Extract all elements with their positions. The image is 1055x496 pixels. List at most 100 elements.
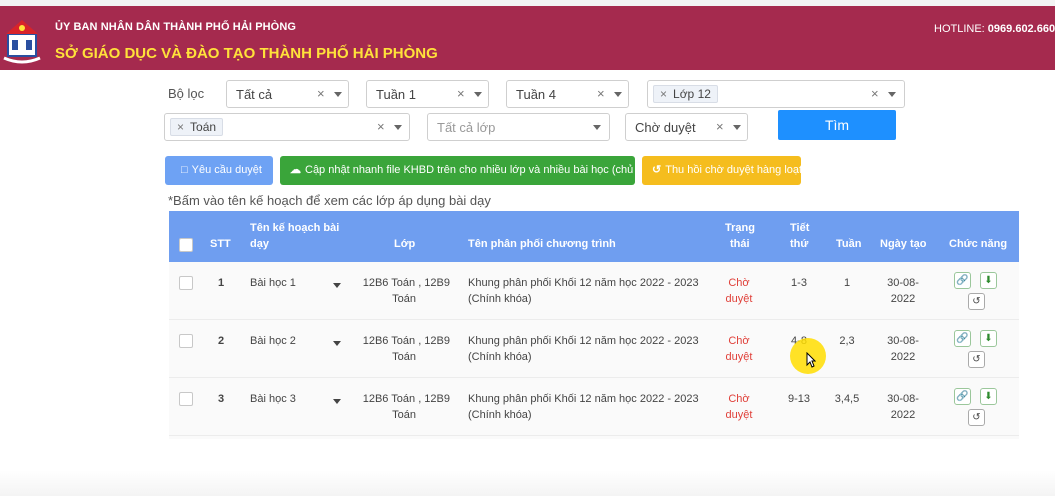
link-icon[interactable]: 🔗 (954, 330, 971, 347)
page-bottom (0, 470, 1055, 496)
download-icon[interactable]: ⬇ (980, 388, 997, 405)
clear-icon[interactable]: × (377, 119, 385, 134)
header-created: Ngày tạo (880, 238, 927, 250)
week-from-select[interactable]: Tuần 1 × (366, 80, 489, 108)
header-plan-name-1: Tên kế hoạch bài (250, 222, 340, 234)
row-date-1: 30-08- (887, 393, 919, 405)
row-status-1: Chờ (728, 277, 750, 289)
row-status-1: Chờ (728, 393, 750, 405)
plan-name-link[interactable]: Bài học 2 (250, 333, 296, 349)
row-class-1: 12B6 Toán , 12B9 (362, 277, 450, 289)
row-class-2: Toán (392, 293, 416, 305)
hotline: HOTLINE: 0969.602.660 H (934, 23, 1055, 35)
subject-select[interactable]: × Toán × (164, 113, 410, 141)
week-to-value: Tuần 4 (516, 87, 556, 102)
table-row: 3 Bài học 3 12B6 Toán , 12B9 Toán Khung … (169, 378, 1019, 436)
undo-icon: ↺ (652, 164, 662, 176)
clear-icon[interactable]: × (317, 86, 325, 101)
header-title: SỞ GIÁO DỤC VÀ ĐÀO TẠO THÀNH PHỐ HẢI PHÒ… (55, 45, 438, 62)
row-date-1: 30-08- (887, 335, 919, 347)
chevron-down-icon (334, 92, 342, 97)
row-program-1: Khung phân phối Khối 12 năm học 2022 - 2… (468, 393, 699, 405)
row-class-2: Toán (392, 409, 416, 421)
request-approval-button[interactable]: □ Yêu cầu duyệt (165, 156, 273, 185)
clear-icon[interactable]: × (597, 86, 605, 101)
table-row: 2 Bài học 2 12B6 Toán , 12B9 Toán Khung … (169, 320, 1019, 378)
clear-icon[interactable]: × (457, 86, 465, 101)
expand-caret-icon[interactable] (333, 399, 341, 404)
row-period: 9-13 (787, 393, 811, 405)
plan-table: STT Tên kế hoạch bài dạy Lớp Tên phân ph… (169, 211, 1019, 439)
row-stt: 1 (218, 277, 225, 289)
row-date-1: 30-08- (887, 277, 919, 289)
hint-text: *Bấm vào tên kế hoạch để xem các lớp áp … (168, 193, 491, 208)
hotline-label: HOTLINE: (934, 23, 985, 35)
row-checkbox[interactable] (179, 276, 193, 290)
row-program-2: (Chính khóa) (468, 351, 532, 363)
row-checkbox[interactable] (179, 392, 193, 406)
plan-name-link[interactable]: Bài học 1 (250, 275, 296, 291)
expand-caret-icon[interactable] (333, 283, 341, 288)
subject-tag[interactable]: × Toán (170, 118, 224, 136)
clear-icon[interactable]: × (871, 86, 879, 101)
row-program-2: (Chính khóa) (468, 293, 532, 305)
chevron-down-icon (888, 92, 896, 97)
clear-icon[interactable]: × (716, 119, 724, 134)
status-select[interactable]: Chờ duyệt × (625, 113, 748, 141)
row-week: 3,4,5 (834, 393, 860, 405)
row-class-2: Toán (392, 351, 416, 363)
link-icon[interactable]: 🔗 (954, 272, 971, 289)
download-icon[interactable]: ⬇ (980, 330, 997, 347)
header-subtitle: ỦY BAN NHÂN DÂN THÀNH PHỐ HẢI PHÒNG (55, 21, 297, 33)
row-class-1: 12B6 Toán , 12B9 (362, 335, 450, 347)
site-header: ỦY BAN NHÂN DÂN THÀNH PHỐ HẢI PHÒNG SỞ G… (0, 6, 1055, 70)
hotline-number: 0969.602.660 H (987, 23, 1055, 35)
grade-tag[interactable]: × Lớp 12 (653, 85, 718, 103)
expand-caret-icon[interactable] (333, 341, 341, 346)
class-select[interactable]: Tất cả lớp (427, 113, 610, 141)
grade-tag-label: Lớp 12 (673, 87, 711, 101)
row-week: 1 (843, 277, 851, 289)
chevron-down-icon (614, 92, 622, 97)
link-icon[interactable]: 🔗 (954, 388, 971, 405)
revert-icon[interactable]: ↺ (968, 293, 985, 310)
bulk-revoke-label: Thu hồi chờ duyệt hàng loạt (665, 164, 803, 176)
header-program: Tên phân phối chương trình (468, 238, 616, 250)
row-week: 2,3 (839, 335, 855, 347)
request-approval-label: Yêu cầu duyệt (191, 164, 262, 176)
table-header: STT Tên kế hoạch bài dạy Lớp Tên phân ph… (169, 211, 1019, 262)
week-to-select[interactable]: Tuần 4 × (506, 80, 629, 108)
scope-select[interactable]: Tất cả × (226, 80, 349, 108)
row-class-1: 12B6 Toán , 12B9 (362, 393, 450, 405)
row-checkbox[interactable] (179, 334, 193, 348)
subject-tag-label: Toán (190, 120, 217, 134)
header-stt: STT (210, 238, 231, 250)
header-plan-name-2: dạy (250, 238, 269, 250)
download-icon[interactable]: ⬇ (980, 272, 997, 289)
remove-tag-icon[interactable]: × (177, 120, 184, 134)
remove-tag-icon[interactable]: × (660, 87, 667, 101)
row-program-1: Khung phân phối Khối 12 năm học 2022 - 2… (468, 277, 699, 289)
header-period-2: thứ (790, 238, 809, 250)
grade-select[interactable]: × Lớp 12 × (647, 80, 905, 108)
search-button[interactable]: Tìm (778, 110, 896, 140)
bulk-update-button[interactable]: ☁ Cập nhật nhanh file KHBD trên cho nhiều… (280, 156, 652, 185)
header-status-1: Trạng (725, 222, 755, 234)
header-status-2: thái (730, 238, 750, 250)
filter-label: Bộ lọc (168, 86, 205, 101)
plan-name-link[interactable]: Bài học 3 (250, 391, 296, 407)
row-status-2: duyệt (725, 409, 753, 421)
row-status-1: Chờ (728, 335, 750, 347)
row-program-2: (Chính khóa) (468, 409, 532, 421)
revert-icon[interactable]: ↺ (968, 351, 985, 368)
chevron-down-icon (593, 125, 601, 130)
select-all-checkbox[interactable] (179, 238, 193, 252)
header-week: Tuần (836, 238, 862, 250)
chevron-down-icon (733, 125, 741, 130)
week-from-value: Tuần 1 (376, 87, 416, 102)
header-period-1: Tiết (790, 222, 810, 234)
revert-icon[interactable]: ↺ (968, 409, 985, 426)
school-crest-icon (3, 20, 41, 64)
bulk-revoke-button[interactable]: ↺ Thu hồi chờ duyệt hàng loạt (642, 156, 803, 185)
row-period: 1-3 (791, 277, 807, 289)
